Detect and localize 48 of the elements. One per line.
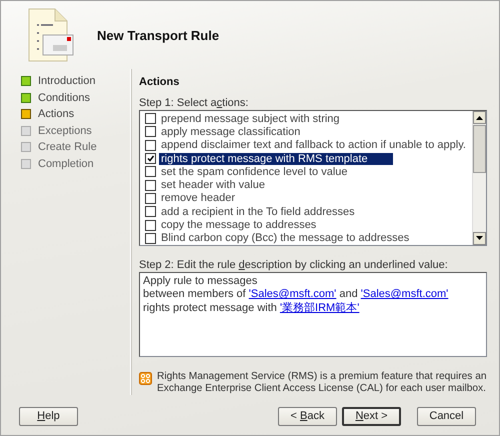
step-label: Actions [38, 108, 74, 120]
description-text: and [339, 288, 358, 300]
checkbox[interactable] [145, 206, 156, 218]
step-label: Introduction [38, 75, 96, 88]
step-label: Exceptions [38, 124, 92, 137]
action-item[interactable]: copy the message to addresses [159, 219, 318, 232]
action-item[interactable]: add a recipient in the To field addresses [159, 206, 357, 218]
step-label: Create Rule [38, 141, 97, 154]
step-label: Completion [38, 158, 94, 170]
description-text: Apply rule to messages [143, 274, 258, 287]
help-button[interactable]: Help [19, 406, 78, 426]
window-title: New Transport Rule [97, 28, 220, 42]
description-text: rights protect message with [143, 302, 277, 314]
checkbox[interactable] [145, 113, 156, 124]
scrollbar[interactable] [472, 111, 486, 245]
checkbox[interactable] [145, 140, 156, 151]
back-button[interactable]: < Back [278, 406, 337, 426]
warning-icon [139, 372, 152, 385]
checkbox[interactable] [145, 232, 156, 244]
scroll-down-icon[interactable] [473, 232, 486, 245]
step-label: Step 1: Select actions: [139, 97, 250, 109]
next-button[interactable]: Next > [342, 406, 401, 426]
info-note: Rights Management Service (RMS) is a premium feature that requires an Exchange Enterprise Client Access License (CAL) for each user mailbox. [157, 371, 487, 395]
value-link[interactable]: 'Sales@msft.com' [248, 288, 336, 300]
value-link[interactable]: 'Sales@msft.com' [360, 288, 448, 300]
value-link[interactable]: '業務部IRM範本' [280, 302, 360, 314]
action-item[interactable]: prepend message subject with string [159, 112, 342, 125]
checkbox[interactable] [145, 153, 156, 164]
section-heading: Actions [139, 76, 180, 88]
action-item[interactable]: Blind carbon copy (Bcc) the message to addresses [159, 232, 412, 244]
action-item[interactable]: remove header [159, 192, 237, 204]
description-text: between members of [143, 288, 246, 300]
action-item[interactable]: append disclaimer text and fallback to action if unable to apply. [159, 139, 468, 152]
actions-list[interactable] [139, 110, 487, 246]
document-icon [27, 7, 75, 63]
scroll-up-icon[interactable] [473, 111, 486, 124]
action-item[interactable]: rights protect message with RMS template [159, 152, 393, 165]
step-label: Step 2: Edit the rule description by clicking an underlined value: [139, 258, 449, 271]
checkbox[interactable] [145, 180, 156, 191]
action-item[interactable]: apply message classification [159, 126, 302, 138]
checkbox[interactable] [145, 166, 156, 178]
step-label: Conditions [38, 92, 90, 104]
checkbox[interactable] [145, 126, 156, 138]
checkbox[interactable] [145, 192, 156, 204]
cancel-button[interactable]: Cancel [417, 406, 476, 426]
action-item[interactable]: set the spam confidence level to value [159, 166, 350, 178]
checkbox[interactable] [145, 220, 156, 231]
action-item[interactable]: set header with value [159, 179, 267, 192]
